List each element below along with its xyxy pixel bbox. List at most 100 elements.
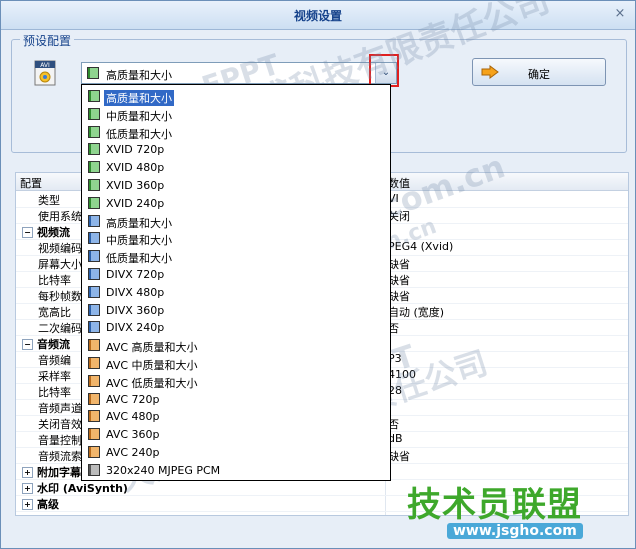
grid-row-value: 关闭	[388, 210, 410, 223]
dropdown-option[interactable]: XVID 480p	[84, 158, 390, 176]
dropdown-option-label: AVC 低质量和大小	[106, 376, 198, 390]
grid-row-name: 采样率	[38, 370, 71, 383]
dropdown-option[interactable]: XVID 720p	[84, 140, 390, 158]
film-orange-icon	[88, 374, 100, 387]
dropdown-option-label: AVC 480p	[106, 410, 160, 424]
brand-url: www.jsgho.com	[447, 523, 583, 539]
dropdown-option-label: DIVX 480p	[106, 285, 165, 299]
close-icon[interactable]: ×	[613, 7, 627, 21]
grid-row-name: 宽高比	[38, 306, 71, 319]
grid-row-name: 比特率	[38, 274, 71, 287]
dropdown-option[interactable]: XVID 240p	[84, 194, 390, 212]
grid-row-name: 附加字幕	[37, 466, 81, 479]
dropdown-option[interactable]: 高质量和大小	[84, 212, 390, 230]
brand-logo: 技术员联盟 www.jsgho.com	[401, 477, 631, 545]
dropdown-option-label: 中质量和大小	[106, 109, 172, 123]
dropdown-option[interactable]: XVID 360p	[84, 176, 390, 194]
dropdown-option[interactable]: AVC 低质量和大小	[84, 372, 390, 390]
grid-row-value: 4100	[388, 368, 416, 381]
preset-dropdown-list[interactable]: 高质量和大小 中质量和大小 低质量和大小 XVID 720p XVID 480p XVID…	[81, 84, 391, 481]
dropdown-option[interactable]: DIVX 480p	[84, 283, 390, 301]
film-green-icon	[88, 196, 100, 209]
dropdown-option[interactable]: AVC 360p	[84, 425, 390, 443]
grid-row-name: 音量控制	[38, 434, 82, 447]
dropdown-option[interactable]: AVC 480p	[84, 407, 390, 425]
dropdown-option[interactable]: 高质量和大小	[84, 87, 390, 106]
dropdown-option[interactable]: AVC 240p	[84, 443, 390, 461]
grid-row-name: 高级	[37, 498, 59, 511]
film-green-icon	[88, 143, 100, 156]
dropdown-option-label: XVID 480p	[106, 161, 165, 175]
grid-row-name: 比特率	[38, 386, 71, 399]
dropdown-option[interactable]: DIVX 360p	[84, 301, 390, 319]
grid-row-name: 视频编码	[38, 242, 82, 255]
dropdown-option-label: 中质量和大小	[106, 234, 172, 248]
film-orange-icon	[88, 410, 100, 423]
title-bar: 视频设置 ×	[1, 1, 635, 30]
film-blue-icon	[88, 250, 100, 263]
ok-button-label: 确定	[528, 68, 550, 81]
dropdown-option[interactable]: DIVX 720p	[84, 265, 390, 283]
window-title: 视频设置	[293, 9, 342, 23]
highlight-box	[369, 54, 399, 87]
dropdown-option-label: XVID 360p	[106, 179, 165, 192]
film-green-icon	[88, 179, 100, 191]
dropdown-option-label: AVC 240p	[106, 446, 160, 459]
video-settings-dialog: 视频设置 × 预设配置 AVI 高质量和大小 ⌄ 确定 配置 数值 类型 VI 使用…	[0, 0, 636, 549]
dropdown-option-label: DIVX 240p	[106, 321, 165, 335]
collapse-icon[interactable]: −	[22, 227, 33, 238]
dropdown-option-label: AVC 高质量和大小	[106, 341, 198, 355]
grid-header-value: 数值	[388, 177, 410, 190]
grid-row-name: 每秒帧数	[38, 290, 82, 303]
film-gray-icon	[88, 463, 100, 476]
dropdown-option-label: XVID 240p	[106, 196, 165, 210]
grid-row-name: 水印 (AviSynth)	[37, 482, 128, 495]
dropdown-option[interactable]: 中质量和大小	[84, 105, 390, 123]
grid-row-value: 缺省	[388, 274, 410, 287]
film-blue-icon	[88, 285, 100, 298]
grid-row-name: 视频流	[37, 226, 70, 239]
grid-row-value: 缺省	[388, 450, 410, 463]
film-blue-icon	[88, 214, 100, 227]
film-blue-icon	[88, 321, 100, 334]
film-green-icon	[88, 107, 100, 120]
avi-badge-text: AVI	[40, 62, 50, 69]
dropdown-option[interactable]: AVC 720p	[84, 390, 390, 408]
dropdown-option-label: 低质量和大小	[106, 252, 172, 266]
dropdown-option[interactable]: AVC 中质量和大小	[84, 354, 390, 372]
dropdown-option[interactable]: AVC 高质量和大小	[84, 336, 390, 354]
grid-row-value: 自动 (宽度)	[388, 306, 445, 319]
expand-icon[interactable]: +	[22, 467, 33, 478]
film-green-icon	[88, 161, 100, 174]
expand-icon[interactable]: +	[22, 499, 33, 510]
film-blue-icon	[88, 268, 100, 280]
dropdown-option[interactable]: 低质量和大小	[84, 123, 390, 141]
grid-row-value: 缺省	[388, 290, 410, 303]
grid-row-name: 音频声道	[38, 402, 82, 415]
preset-combobox[interactable]: 高质量和大小 ⌄	[81, 62, 397, 84]
brand-name: 技术员联盟	[407, 485, 582, 525]
film-green-icon	[88, 125, 100, 138]
film-orange-icon	[88, 392, 100, 405]
grid-header-config: 配置	[20, 177, 42, 190]
grid-row-name: 关闭音效	[38, 418, 82, 431]
grid-row-value: PEG4 (Xvid)	[388, 240, 454, 253]
dropdown-option[interactable]: DIVX 240p	[84, 318, 390, 336]
dropdown-option-label: AVC 720p	[106, 392, 160, 406]
film-orange-icon	[88, 428, 100, 441]
grid-row-name: 屏幕大小	[38, 258, 82, 271]
dropdown-option[interactable]: 中质量和大小	[84, 229, 390, 247]
dropdown-option-label: 高质量和大小	[104, 90, 174, 106]
film-orange-icon	[88, 446, 100, 458]
film-orange-icon	[88, 357, 100, 369]
dropdown-option[interactable]: 低质量和大小	[84, 247, 390, 265]
preset-group-label: 预设配置	[20, 32, 75, 49]
dropdown-option[interactable]: 320x240 MJPEG PCM	[84, 461, 390, 479]
film-orange-icon	[88, 339, 100, 352]
ok-button[interactable]: 确定	[472, 58, 606, 86]
preset-combobox-value: 高质量和大小	[106, 69, 172, 82]
film-blue-icon	[88, 232, 100, 245]
expand-icon[interactable]: +	[22, 483, 33, 494]
collapse-icon[interactable]: −	[22, 339, 33, 350]
dropdown-option-label: AVC 360p	[106, 428, 160, 442]
